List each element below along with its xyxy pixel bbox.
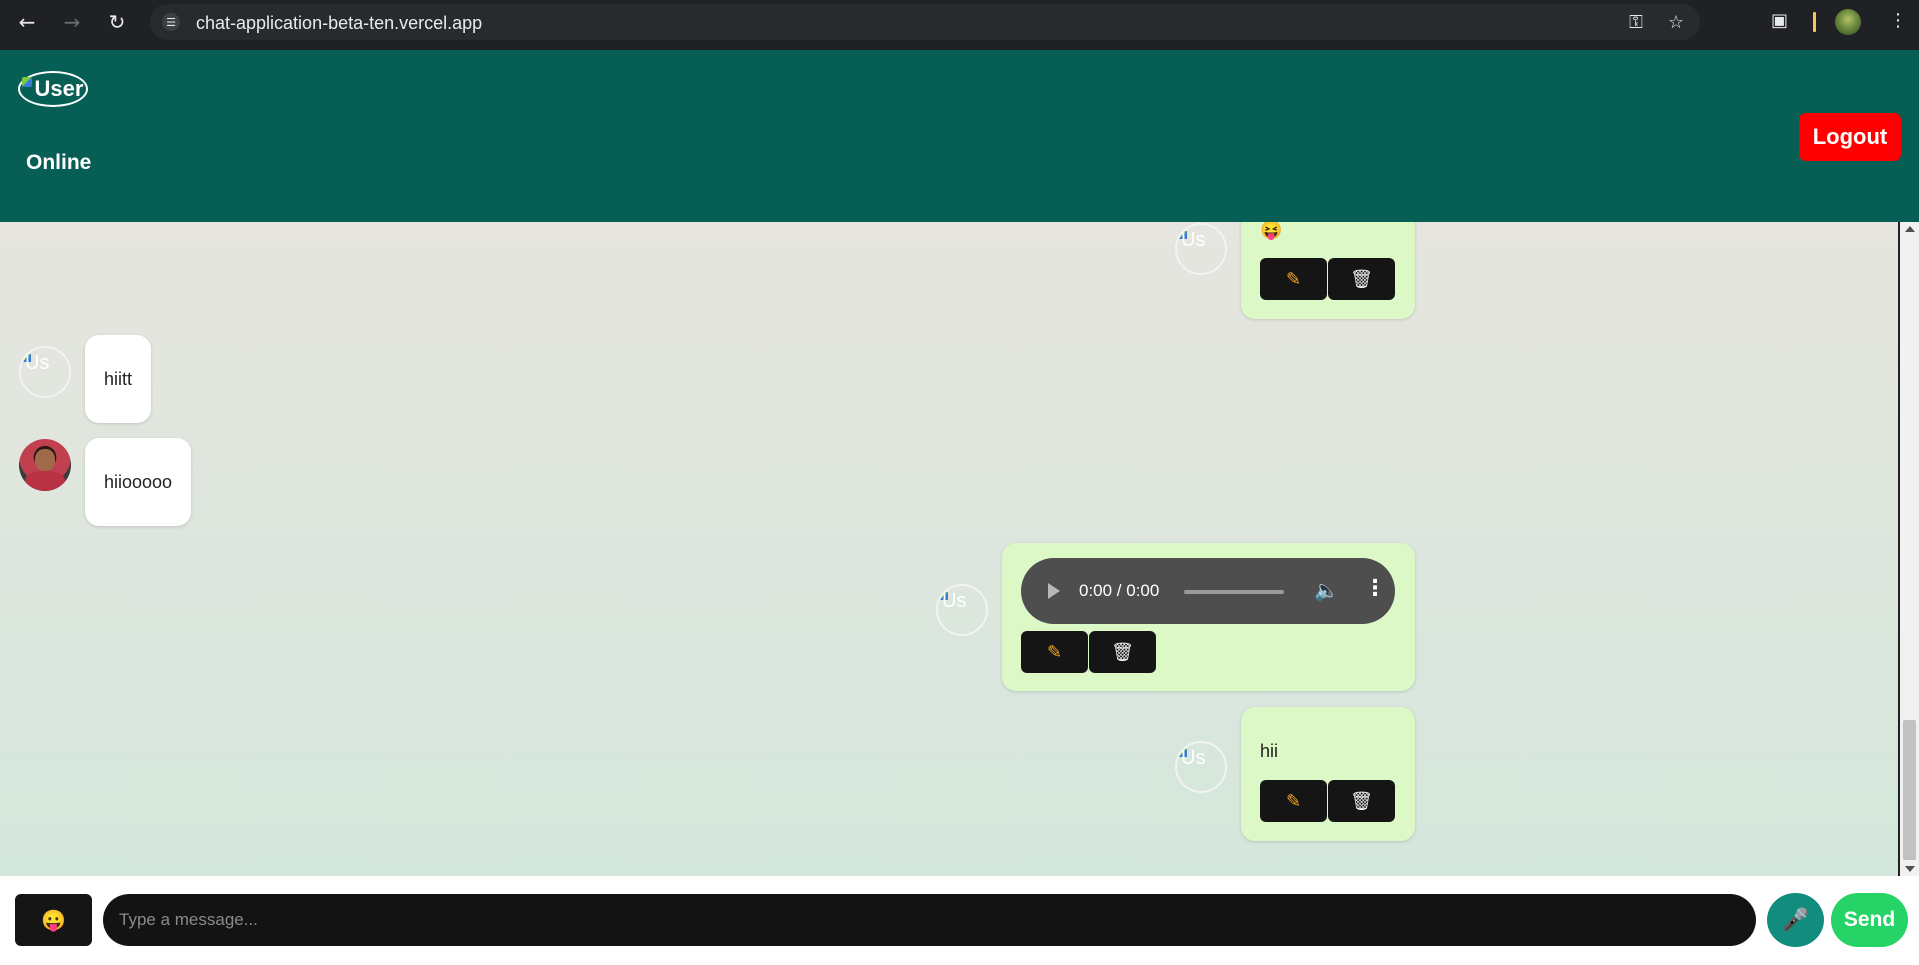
trash-icon: 🗑	[1350, 790, 1373, 812]
avatar-alt-text: Us	[1181, 229, 1206, 251]
extensions-icon[interactable]: ▣	[1771, 10, 1788, 31]
audio-player[interactable]: 0:00 / 0:00 🔈 ⋮	[1021, 558, 1395, 624]
avatar-face	[35, 449, 55, 471]
outgoing-message: 😝 ✎ 🗑	[1241, 222, 1415, 319]
forward-icon[interactable]: →	[60, 10, 84, 34]
password-key-icon[interactable]: ⚿	[1626, 12, 1646, 33]
message-text: 😝	[1260, 222, 1283, 240]
menu-kebab-icon[interactable]: ⋮	[1889, 10, 1907, 31]
message-text: hiitt	[104, 368, 133, 389]
reload-icon[interactable]: ↻	[105, 10, 129, 34]
delete-button[interactable]: 🗑	[1328, 258, 1395, 300]
user-status: Online	[26, 151, 92, 174]
sender-photo-avatar	[19, 439, 71, 491]
logout-button[interactable]: Logout	[1799, 113, 1901, 161]
edit-button[interactable]: ✎	[1021, 631, 1088, 673]
sender-avatar: Us	[1175, 741, 1227, 793]
pencil-icon: ✎	[1285, 790, 1302, 812]
message-input[interactable]	[103, 894, 1756, 946]
trash-icon: 🗑	[1350, 268, 1373, 290]
sender-avatar: Us	[936, 584, 988, 636]
trash-icon: 🗑	[1111, 641, 1134, 663]
sender-avatar: Us	[19, 346, 71, 398]
scroll-up-arrow[interactable]	[1905, 226, 1915, 232]
edit-button[interactable]: ✎	[1260, 780, 1327, 822]
edit-button[interactable]: ✎	[1260, 258, 1327, 300]
sender-avatar: Us	[1175, 223, 1227, 275]
incoming-message: hiiooooo	[85, 438, 192, 526]
user-avatar: User	[18, 71, 88, 107]
send-button[interactable]: Send	[1831, 893, 1908, 947]
site-info-icon[interactable]: ☰	[162, 13, 180, 31]
mic-button[interactable]: 🎤	[1767, 893, 1824, 947]
outgoing-message: hii ✎ 🗑	[1241, 707, 1415, 841]
url-text[interactable]: chat-application-beta-ten.vercel.app	[196, 13, 482, 34]
message-text: hiiooooo	[104, 471, 173, 492]
bookmark-star-icon[interactable]: ☆	[1666, 12, 1686, 33]
chat-header: User Online Logout	[0, 50, 1919, 222]
microphone-icon: 🎤	[1781, 907, 1810, 933]
delete-button[interactable]: 🗑	[1089, 631, 1156, 673]
message-list[interactable]: Us 😝 ✎ 🗑 Us hiitt hiiooooo Us 0:00 / 0:0…	[0, 222, 1898, 876]
scroll-thumb[interactable]	[1903, 720, 1916, 860]
browser-toolbar: ← → ↻ ☰ chat-application-beta-ten.vercel…	[0, 0, 1919, 44]
play-icon[interactable]	[1048, 583, 1060, 599]
delete-button[interactable]: 🗑	[1328, 780, 1395, 822]
toolbar-divider	[1813, 12, 1816, 32]
incoming-message: hiitt	[85, 335, 152, 423]
message-text: hii	[1260, 741, 1279, 761]
avatar-shirt	[25, 471, 65, 491]
volume-icon[interactable]: 🔈	[1314, 578, 1339, 602]
avatar-alt-text: Us	[25, 352, 50, 374]
chat-scrollbar[interactable]	[1900, 222, 1919, 876]
pencil-icon: ✎	[1046, 641, 1063, 663]
pencil-icon: ✎	[1285, 268, 1302, 290]
broken-image-icon	[22, 77, 32, 87]
avatar-alt-text: User	[34, 76, 84, 101]
scroll-down-arrow[interactable]	[1905, 866, 1915, 872]
avatar-alt-text: Us	[942, 590, 967, 612]
chat-app: User Online Logout Us 😝 ✎ 🗑 Us hiitt hii…	[0, 50, 1919, 965]
audio-time: 0:00 / 0:00	[1079, 581, 1160, 600]
back-icon[interactable]: ←	[15, 10, 39, 34]
profile-avatar[interactable]	[1835, 9, 1861, 35]
emoji-button[interactable]: 😛	[15, 894, 92, 946]
outgoing-audio-message: 0:00 / 0:00 🔈 ⋮ ✎ 🗑	[1002, 543, 1415, 691]
address-bar[interactable]: ☰ chat-application-beta-ten.vercel.app ☆…	[150, 4, 1700, 40]
avatar-alt-text: Us	[1181, 747, 1206, 769]
audio-progress-slider[interactable]	[1184, 590, 1284, 594]
more-options-icon[interactable]: ⋮	[1364, 576, 1386, 601]
message-composer: 😛 🎤 Send	[0, 876, 1919, 965]
